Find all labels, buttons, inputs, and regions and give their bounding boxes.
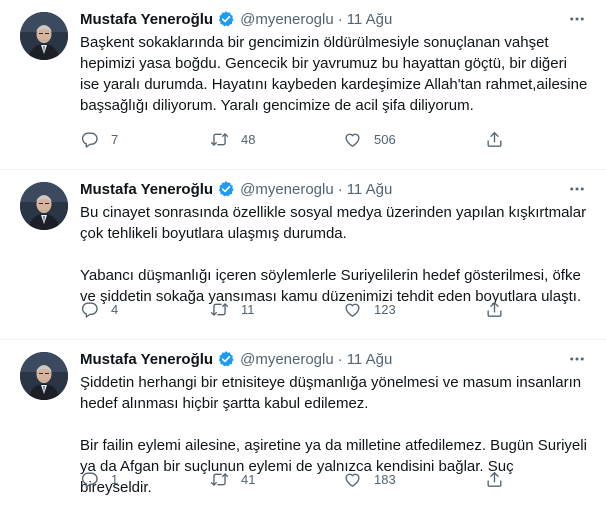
reply-button[interactable]: 1: [80, 470, 118, 489]
avatar[interactable]: [20, 12, 68, 60]
tweet-text: Başkent sokaklarında bir gencimizin öldü…: [80, 32, 588, 116]
tweet-actions: 1 41 183: [80, 470, 510, 494]
more-dots-icon[interactable]: [566, 348, 588, 370]
reply-button[interactable]: 4: [80, 300, 118, 319]
retweet-icon: [210, 130, 229, 149]
tweet-paragraph: Şiddetin herhangi bir etnisiteye düşmanl…: [80, 374, 582, 412]
reply-count: 1: [111, 472, 119, 487]
retweet-icon: [210, 300, 229, 319]
reply-count: 4: [111, 302, 119, 317]
avatar[interactable]: [20, 182, 68, 230]
tweet-content: Mustafa Yeneroğlu @myeneroglu · 11 Ağu B…: [80, 8, 588, 116]
tweet-date[interactable]: 11 Ağu: [347, 11, 393, 28]
heart-icon: [343, 130, 362, 149]
verified-badge-icon: [217, 350, 235, 368]
heart-icon: [343, 470, 362, 489]
reply-button[interactable]: 7: [80, 130, 118, 149]
share-button[interactable]: [485, 300, 504, 319]
avatar[interactable]: [20, 352, 68, 400]
tweet-content: Mustafa Yeneroğlu @myeneroglu · 11 Ağu B…: [80, 178, 588, 307]
author-name[interactable]: Mustafa Yeneroğlu: [80, 11, 213, 28]
author-name[interactable]: Mustafa Yeneroğlu: [80, 181, 213, 198]
like-button[interactable]: 506: [343, 130, 396, 149]
tweet-header: Mustafa Yeneroğlu @myeneroglu · 11 Ağu: [80, 178, 588, 200]
reply-icon: [80, 300, 99, 319]
tweet[interactable]: Mustafa Yeneroğlu @myeneroglu · 11 Ağu B…: [0, 0, 606, 170]
reply-icon: [80, 130, 99, 149]
tweet-actions: 4 11 123: [80, 300, 510, 324]
reply-icon: [80, 470, 99, 489]
separator-dot: ·: [337, 10, 343, 28]
tweet-timeline: Mustafa Yeneroğlu @myeneroglu · 11 Ağu B…: [0, 0, 606, 510]
tweet-actions: 7 48 506: [80, 130, 510, 154]
tweet[interactable]: Mustafa Yeneroğlu @myeneroglu · 11 Ağu B…: [0, 170, 606, 340]
share-icon: [485, 130, 504, 149]
author-handle[interactable]: @myeneroglu: [240, 351, 334, 368]
like-count: 506: [374, 132, 396, 147]
like-button[interactable]: 123: [343, 300, 396, 319]
tweet-date[interactable]: 11 Ağu: [347, 351, 393, 368]
retweet-count: 41: [241, 472, 256, 487]
separator-dot: ·: [337, 180, 343, 198]
tweet-header: Mustafa Yeneroğlu @myeneroglu · 11 Ağu: [80, 8, 588, 30]
share-icon: [485, 470, 504, 489]
tweet-text: Bu cinayet sonrasında özellikle sosyal m…: [80, 202, 588, 307]
share-button[interactable]: [485, 130, 504, 149]
retweet-button[interactable]: 11: [210, 300, 255, 319]
author-handle[interactable]: @myeneroglu: [240, 181, 334, 198]
like-count: 123: [374, 302, 396, 317]
verified-badge-icon: [217, 180, 235, 198]
share-button[interactable]: [485, 470, 504, 489]
retweet-button[interactable]: 48: [210, 130, 255, 149]
retweet-count: 11: [241, 302, 255, 317]
separator-dot: ·: [337, 350, 343, 368]
tweet[interactable]: Mustafa Yeneroğlu @myeneroglu · 11 Ağu Ş…: [0, 340, 606, 510]
retweet-count: 48: [241, 132, 256, 147]
retweet-button[interactable]: 41: [210, 470, 255, 489]
like-count: 183: [374, 472, 396, 487]
author-name[interactable]: Mustafa Yeneroğlu: [80, 351, 213, 368]
tweet-date[interactable]: 11 Ağu: [347, 181, 393, 198]
tweet-header: Mustafa Yeneroğlu @myeneroglu · 11 Ağu: [80, 348, 588, 370]
verified-badge-icon: [217, 10, 235, 28]
share-icon: [485, 300, 504, 319]
retweet-icon: [210, 470, 229, 489]
more-dots-icon[interactable]: [566, 8, 588, 30]
heart-icon: [343, 300, 362, 319]
tweet-paragraph: Bu cinayet sonrasında özellikle sosyal m…: [80, 204, 587, 242]
more-dots-icon[interactable]: [566, 178, 588, 200]
reply-count: 7: [111, 132, 119, 147]
author-handle[interactable]: @myeneroglu: [240, 11, 334, 28]
tweet-paragraph: Başkent sokaklarında bir gencimizin öldü…: [80, 34, 588, 114]
like-button[interactable]: 183: [343, 470, 396, 489]
